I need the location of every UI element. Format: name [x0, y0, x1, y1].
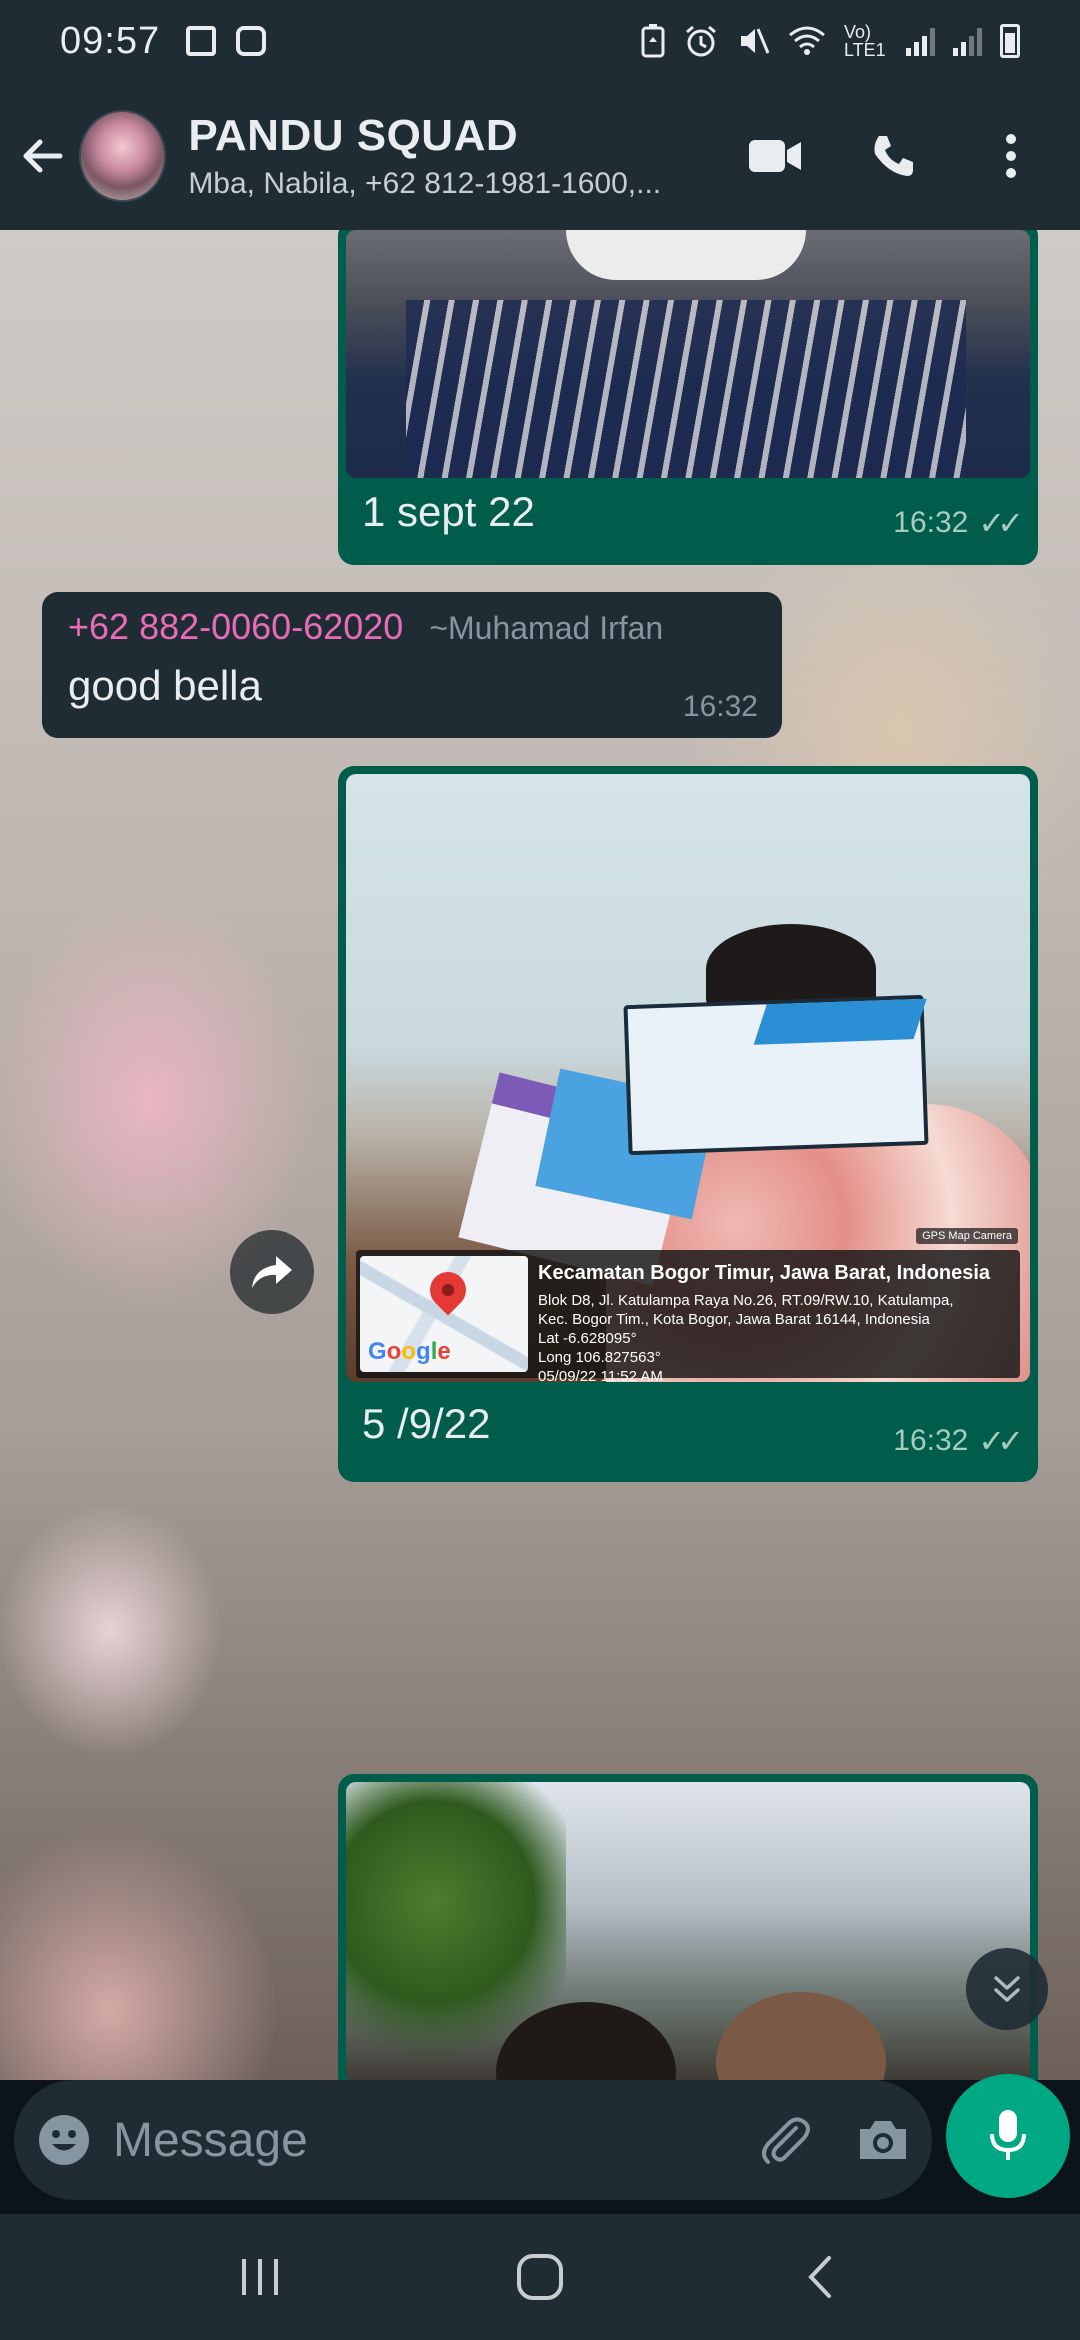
message-sender: +62 882-0060-62020 ~Muhamad Irfan: [68, 606, 663, 648]
gps-title: Kecamatan Bogor Timur, Jawa Barat, Indon…: [538, 1262, 990, 1284]
google-logo: Google: [368, 1338, 451, 1365]
voice-call-icon: [874, 136, 913, 176]
battery-icon: [1000, 24, 1020, 58]
more-options-button[interactable]: [952, 106, 1070, 206]
gallery-icon: [186, 26, 217, 56]
message-text-incoming[interactable]: +62 882-0060-62020 ~Muhamad Irfan good b…: [42, 592, 782, 738]
video-call-icon: [749, 140, 801, 172]
forward-icon: [252, 1256, 292, 1288]
chat-title[interactable]: PANDU SQUAD Mba, Nabila, +62 812-1981-16…: [188, 111, 716, 201]
chevron-left-icon: [808, 2256, 831, 2298]
message-caption: 5 /9/22: [362, 1400, 491, 1447]
message-text: good bella: [68, 662, 262, 709]
sender-name: ~Muhamad Irfan: [429, 610, 664, 646]
message-photo[interactable]: [346, 1782, 1030, 2080]
battery-saver-icon: [641, 24, 665, 58]
gps-map-thumbnail: Google: [360, 1256, 528, 1372]
message-meta: 16:32 ✓✓: [893, 504, 1024, 542]
group-avatar[interactable]: [79, 110, 167, 202]
header-actions: [716, 106, 1070, 206]
gps-lat: Lat -6.628095°: [538, 1330, 637, 1347]
back-button[interactable]: [4, 82, 79, 230]
message-photo[interactable]: [346, 230, 1030, 478]
status-system-icons: Vo) LTE1: [640, 23, 1020, 59]
group-members: Mba, Nabila, +62 812-1981-1600,...: [188, 167, 662, 200]
status-bar: 09:57 Vo) LTE1: [0, 0, 1080, 82]
message-image-outgoing[interactable]: 1 sept 22 16:32 ✓✓: [338, 230, 1038, 565]
voice-message-button[interactable]: [946, 2074, 1070, 2198]
paperclip-icon: [761, 2117, 810, 2164]
message-caption: 1 sept 22: [362, 488, 535, 535]
message-image-outgoing[interactable]: [338, 1774, 1038, 2080]
video-call-button[interactable]: [716, 106, 834, 206]
home-icon: [517, 2254, 563, 2300]
system-navigation-bar: [0, 2214, 1080, 2340]
home-button[interactable]: [480, 2222, 600, 2332]
signal-2-icon: [953, 26, 982, 56]
message-input[interactable]: [113, 2090, 734, 2190]
network-type-label: Vo) LTE1: [844, 22, 886, 60]
mic-icon: [990, 2110, 1026, 2160]
arrow-left-icon: [23, 139, 63, 173]
system-back-button[interactable]: [760, 2222, 880, 2332]
gps-address-2: Kec. Bogor Tim., Kota Bogor, Jawa Barat …: [538, 1311, 930, 1328]
emoji-icon: [38, 2115, 89, 2165]
map-pin-icon: [422, 1264, 474, 1316]
read-receipt-icon: ✓✓: [978, 505, 1024, 541]
recent-apps-icon: [242, 2259, 278, 2295]
message-photo[interactable]: GPS Map Camera Google Kecamatan Bogor Ti…: [346, 774, 1030, 1382]
recent-apps-button[interactable]: [200, 2222, 320, 2332]
forward-button[interactable]: [230, 1230, 314, 1314]
photo-certificate: [623, 994, 929, 1156]
chat-area[interactable]: 1 sept 22 16:32 ✓✓ +62 882-0060-62020 ~M…: [0, 230, 1080, 2080]
gps-badge: GPS Map Camera: [916, 1228, 1018, 1244]
gps-address-1: Blok D8, Jl. Katulampa Raya No.26, RT.09…: [538, 1292, 954, 1309]
double-chevron-down-icon: [994, 1976, 1020, 2002]
read-receipt-icon: ✓✓: [978, 1423, 1024, 1459]
photo-person-head: [716, 1992, 886, 2080]
message-composer: [14, 2080, 932, 2200]
message-meta: 16:32 ✓✓: [893, 1422, 1024, 1460]
status-notification-icons: [186, 26, 267, 56]
chat-header: PANDU SQUAD Mba, Nabila, +62 812-1981-16…: [0, 82, 1080, 230]
gps-datetime: 05/09/22 11:52 AM: [538, 1368, 663, 1382]
signal-1-icon: [906, 26, 935, 56]
alarm-icon: [686, 25, 716, 57]
message-image-outgoing[interactable]: GPS Map Camera Google Kecamatan Bogor Ti…: [338, 766, 1038, 1482]
photo-face-mask: [566, 230, 806, 280]
voice-call-button[interactable]: [834, 106, 952, 206]
mute-icon: [741, 28, 770, 54]
message-time: 16:32: [893, 1424, 969, 1457]
status-time: 09:57: [60, 19, 161, 62]
emoji-button[interactable]: [14, 2080, 113, 2200]
gps-details: Kecamatan Bogor Timur, Jawa Barat, Indon…: [538, 1262, 1018, 1382]
camera-icon: [859, 2121, 906, 2159]
scroll-to-bottom-button[interactable]: [966, 1948, 1048, 2030]
message-time: 16:32: [893, 506, 969, 539]
sender-number[interactable]: +62 882-0060-62020: [68, 606, 403, 648]
more-vert-icon: [1006, 134, 1016, 178]
message-time: 16:32: [682, 690, 758, 723]
wifi-icon: [789, 26, 825, 55]
notification-app-icon: [236, 26, 267, 56]
photo-clothing: [406, 300, 966, 478]
gps-long: Long 106.827563°: [538, 1349, 661, 1366]
group-name: PANDU SQUAD: [188, 111, 519, 160]
camera-button[interactable]: [833, 2080, 932, 2200]
attach-button[interactable]: [734, 2080, 833, 2200]
